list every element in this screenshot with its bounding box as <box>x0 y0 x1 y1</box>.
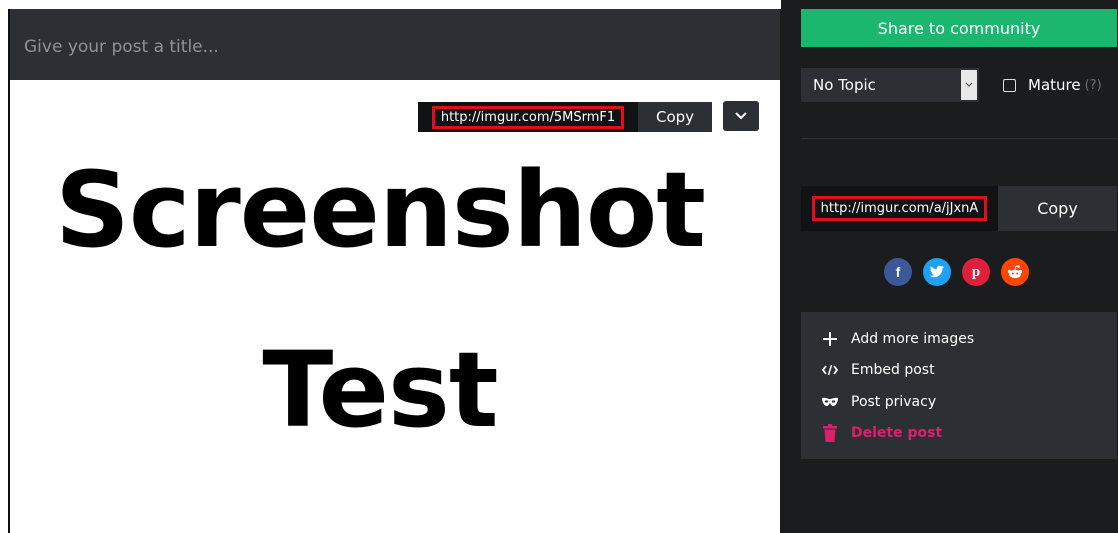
twitter-share-button[interactable] <box>923 258 951 286</box>
chevron-down-icon <box>735 112 747 120</box>
image-options-button[interactable] <box>723 101 759 131</box>
sidebar-divider <box>801 138 1118 139</box>
topic-selected-value: No Topic <box>813 76 876 94</box>
delete-post-label: Delete post <box>851 425 943 441</box>
image-text-line-2: Test <box>262 329 498 451</box>
post-options-panel: Add more images Embed post Post privacy <box>801 312 1117 459</box>
post-title-input[interactable] <box>22 34 726 60</box>
reddit-icon <box>1007 265 1023 279</box>
delete-post-button[interactable]: Delete post <box>820 422 942 444</box>
topic-select[interactable]: No Topic <box>801 68 979 102</box>
mature-toggle[interactable]: Mature (?) <box>1003 76 1102 94</box>
post-privacy-button[interactable]: Post privacy <box>820 391 936 413</box>
facebook-icon: f <box>895 264 901 280</box>
image-link-url[interactable]: http://imgur.com/5MSrmF1 <box>431 105 625 129</box>
post-privacy-label: Post privacy <box>851 394 937 410</box>
album-link-url[interactable]: http://imgur.com/a/jJxnA <box>811 196 988 221</box>
twitter-icon <box>929 265 944 278</box>
add-more-images-button[interactable]: Add more images <box>820 328 974 350</box>
social-share-row: f p <box>884 258 1029 286</box>
chevron-down-icon <box>965 82 973 87</box>
pinterest-icon: p <box>971 263 981 280</box>
album-copy-button[interactable]: Copy <box>998 186 1117 231</box>
mature-label: Mature <box>1028 76 1081 94</box>
plus-icon <box>820 329 840 349</box>
album-link-field[interactable]: http://imgur.com/a/jJxnA <box>801 186 998 231</box>
image-copy-button[interactable]: Copy <box>638 102 712 132</box>
add-more-images-label: Add more images <box>851 331 975 347</box>
embed-post-button[interactable]: Embed post <box>820 359 935 381</box>
share-to-community-button[interactable]: Share to community <box>801 9 1117 47</box>
code-icon <box>820 360 840 380</box>
album-link-bar: http://imgur.com/a/jJxnA Copy <box>801 186 1117 231</box>
top-strip <box>0 0 781 9</box>
reddit-share-button[interactable] <box>1001 258 1029 286</box>
embed-post-label: Embed post <box>851 362 935 378</box>
image-text-line-1: Screenshot <box>54 149 706 271</box>
select-arrow[interactable] <box>961 70 977 100</box>
mature-checkbox[interactable] <box>1003 78 1016 92</box>
mature-help[interactable]: (?) <box>1085 78 1102 93</box>
image-link-field[interactable]: http://imgur.com/5MSrmF1 <box>418 102 638 132</box>
facebook-share-button[interactable]: f <box>884 258 912 286</box>
uploaded-image: Screenshot Test <box>10 120 750 480</box>
trash-icon <box>820 423 840 443</box>
pinterest-share-button[interactable]: p <box>962 258 990 286</box>
mask-icon <box>820 392 840 412</box>
image-link-bar: http://imgur.com/5MSrmF1 Copy <box>418 102 712 132</box>
